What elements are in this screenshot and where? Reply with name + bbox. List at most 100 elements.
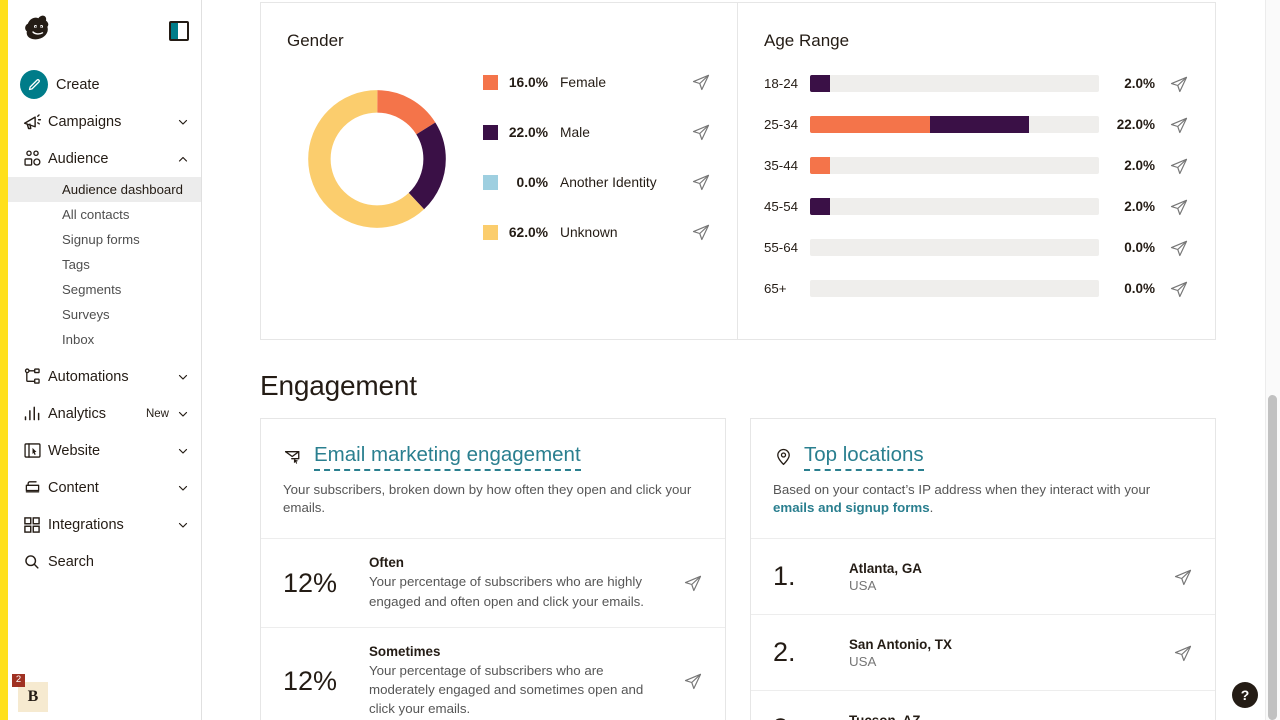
location-text: Atlanta, GA USA (849, 561, 1173, 593)
send-icon[interactable] (1169, 279, 1189, 299)
email-engagement-description: Your subscribers, broken down by how oft… (283, 481, 692, 516)
sidebar-item-label: Content (48, 479, 99, 496)
bar-chart-icon (22, 403, 48, 424)
megaphone-icon (22, 111, 48, 132)
sidebar-header (8, 0, 201, 62)
send-icon[interactable] (691, 122, 711, 142)
age-range-percent: 2.0% (1124, 199, 1155, 214)
sidebar-item-analytics[interactable]: Analytics New (8, 395, 201, 432)
age-range-row: 55-64 0.0% (764, 227, 1189, 268)
sidebar-item-create[interactable]: Create (8, 66, 201, 103)
content-icon (22, 477, 48, 498)
engagement-section-title: Engagement (260, 370, 417, 401)
chevron-down-icon (178, 485, 188, 491)
help-button[interactable]: ? (1232, 682, 1258, 708)
sidebar-item-signup-forms[interactable]: Signup forms (8, 227, 201, 252)
sidebar-item-label: Create (56, 76, 100, 93)
map-pin-icon (777, 449, 790, 466)
email-engagement-title-row: Email marketing engagement (283, 443, 703, 471)
engagement-name: Sometimes (369, 643, 441, 659)
age-range-label: 55-64 (764, 240, 799, 255)
envelope-click-icon (284, 451, 300, 465)
send-icon[interactable] (1173, 643, 1193, 663)
mailchimp-logo[interactable] (18, 11, 58, 51)
age-range-percent: 2.0% (1124, 158, 1155, 173)
top-locations-link[interactable]: Top locations (804, 443, 924, 471)
legend-label: Male (560, 124, 590, 140)
send-icon[interactable] (1169, 156, 1189, 176)
sidebar-item-label: Campaigns (48, 113, 122, 130)
send-icon[interactable] (691, 172, 711, 192)
top-locations-title-row: Top locations (773, 443, 1193, 471)
sidebar-item-website[interactable]: Website (8, 432, 201, 469)
age-range-track (810, 116, 1099, 133)
location-text: Tucson, AZ USA (849, 713, 1173, 720)
demographics-card: Gender 16.0% Female 22.0% Male 0.0% Anot… (260, 2, 1216, 340)
age-range-track (810, 198, 1099, 215)
legend-pct: 22.0% (508, 124, 548, 140)
vertical-scrollbar[interactable] (1268, 395, 1277, 720)
email-engagement-header: Email marketing engagement Your subscrib… (261, 419, 725, 540)
age-range-row: 25-34 22.0% (764, 104, 1189, 145)
age-segment-male (810, 198, 830, 215)
legend-item: 16.0% Female (483, 57, 711, 107)
legend-pct: 16.0% (508, 74, 548, 90)
send-icon[interactable] (1173, 567, 1193, 587)
sidebar-item-segments[interactable]: Segments (8, 277, 201, 302)
chevron-down-icon (178, 119, 188, 125)
sidebar-subitem-label: Signup forms (62, 232, 140, 247)
chevron-down-icon (178, 411, 188, 417)
search-icon (22, 552, 48, 571)
send-icon[interactable] (1169, 74, 1189, 94)
sidebar-subitem-label: Audience dashboard (62, 182, 183, 197)
sidebar: Create Campaigns Audience Audience dashb… (8, 0, 202, 720)
age-range-label: 35-44 (764, 158, 799, 173)
send-icon[interactable] (1169, 115, 1189, 135)
location-row: 3. Tucson, AZ USA (751, 691, 1215, 720)
sidebar-item-label: Audience (48, 150, 109, 167)
chevron-down-icon (178, 448, 188, 454)
sidebar-item-surveys[interactable]: Surveys (8, 302, 201, 327)
location-rank: 2. (773, 637, 796, 668)
legend-pct: 62.0% (508, 224, 548, 240)
age-range-title: Age Range (764, 31, 850, 50)
engagement-row: 12% Sometimes Your percentage of subscri… (261, 628, 725, 720)
chevron-down-icon (178, 374, 188, 380)
sidebar-subitem-label: Surveys (62, 307, 110, 322)
send-icon[interactable] (691, 222, 711, 242)
sidebar-item-all-contacts[interactable]: All contacts (8, 202, 201, 227)
location-city: Atlanta, GA (849, 560, 922, 576)
send-icon[interactable] (683, 573, 703, 593)
location-country: USA (849, 577, 877, 593)
sidebar-item-audience[interactable]: Audience (8, 140, 201, 177)
emails-signup-forms-link[interactable]: emails and signup forms (773, 500, 930, 515)
collapse-panel-icon[interactable] (169, 21, 189, 41)
app-root: Create Campaigns Audience Audience dashb… (0, 0, 1280, 720)
send-icon[interactable] (1169, 197, 1189, 217)
age-range-list: 18-24 2.0% 25-34 22.0% 35-44 2.0% 45-54 2.0% 55-… (764, 63, 1189, 309)
sidebar-item-tags[interactable]: Tags (8, 252, 201, 277)
audience-icon (22, 148, 48, 169)
engagement-text: Often Your percentage of subscribers who… (369, 555, 683, 611)
age-range-row: 65+ 0.0% (764, 268, 1189, 309)
email-engagement-link[interactable]: Email marketing engagement (314, 443, 581, 471)
age-range-label: 65+ (764, 281, 787, 296)
top-locations-header: Top locations Based on your contact’s IP… (751, 419, 1215, 540)
sidebar-item-search[interactable]: Search (8, 543, 201, 580)
age-range-percent: 0.0% (1124, 281, 1155, 296)
send-icon[interactable] (683, 671, 703, 691)
legend-pct: 0.0% (516, 174, 548, 190)
send-icon[interactable] (691, 72, 711, 92)
sidebar-item-automations[interactable]: Automations (8, 358, 201, 395)
legend-swatch-male (483, 124, 498, 140)
sidebar-item-inbox[interactable]: Inbox (8, 327, 201, 352)
engagement-row: 12% Often Your percentage of subscribers… (261, 539, 725, 628)
sidebar-item-audience-dashboard[interactable]: Audience dashboard (8, 177, 201, 202)
send-icon[interactable] (1169, 238, 1189, 258)
avatar-wrap[interactable]: B 2 (12, 674, 48, 712)
sidebar-item-integrations[interactable]: Integrations (8, 506, 201, 543)
legend-swatch-female (483, 74, 498, 90)
sidebar-item-content[interactable]: Content (8, 469, 201, 506)
sidebar-item-campaigns[interactable]: Campaigns (8, 103, 201, 140)
engagement-percent: 12% (283, 665, 338, 696)
